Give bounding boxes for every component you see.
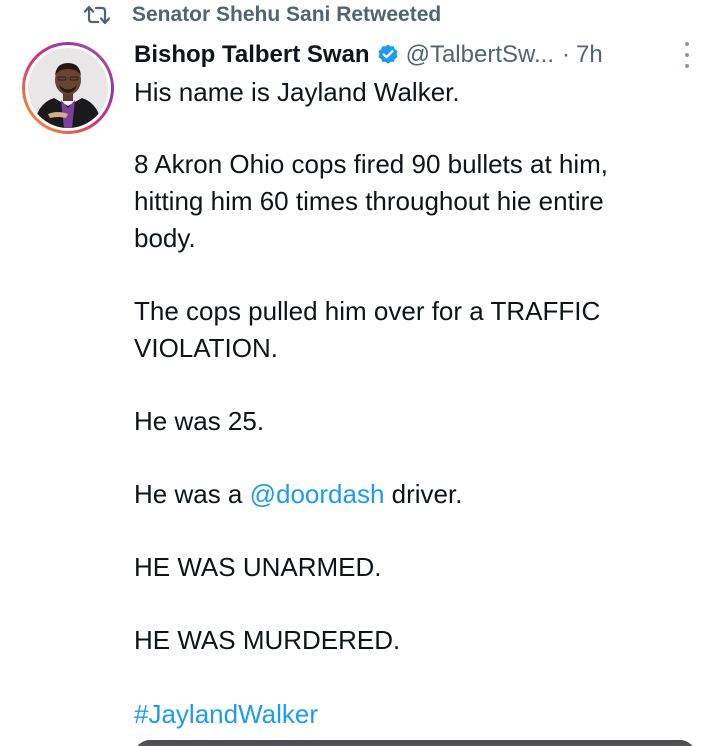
tweet-line: VIOLATION. [134,333,278,363]
tweet-line: HE WAS UNARMED. [134,552,382,582]
tweet-line: He was a @doordash driver. [134,478,462,510]
more-options-icon[interactable] [682,42,692,68]
tweet-timestamp[interactable]: 7h [576,41,603,69]
separator-dot: · [562,41,571,68]
avatar-ring-inner [25,45,111,131]
tweet-line: The cops pulled him over for a TRAFFIC [134,296,601,326]
tweet-text-segment: He was a [134,479,250,509]
more-dot [685,42,689,46]
tweet-header: Bishop Talbert Swan @TalbertSw... · 7h [134,36,700,74]
more-dot [685,64,689,68]
more-dot [685,53,689,57]
tweet-line: HE WAS MURDERED. [134,625,401,655]
tweet-line: His name is Jayland Walker. [134,77,460,107]
tweet-line: 8 Akron Ohio cops fired 90 bullets at hi… [134,149,609,179]
tweet-line: body. [134,223,196,253]
media-preview[interactable] [134,740,696,746]
hashtag-link[interactable]: #JaylandWalker [134,698,318,730]
avatar[interactable] [22,42,114,134]
tweet-line: He was 25. [134,406,265,436]
verified-badge-icon [378,44,398,64]
author-name[interactable]: Bishop Talbert Swan [134,41,370,69]
author-handle[interactable]: @TalbertSw... [406,41,554,69]
tweet-text-segment: driver. [384,479,463,509]
mention-link[interactable]: @doordash [250,479,385,509]
retweet-context[interactable]: Senator Shehu Sani Retweeted [84,2,441,28]
tweet-line: hitting him 60 times throughout hie enti… [134,186,604,216]
retweet-icon [84,5,110,25]
profile-photo [28,48,108,128]
retweet-label: Senator Shehu Sani Retweeted [132,3,442,26]
